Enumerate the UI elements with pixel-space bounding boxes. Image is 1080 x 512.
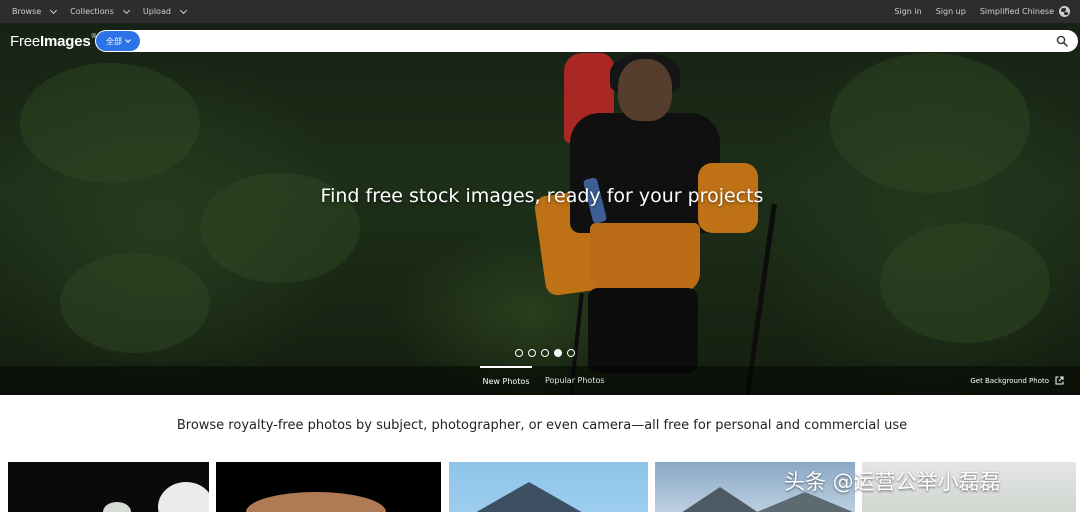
search-category-label: 全部 <box>106 36 122 46</box>
search-bar: 全部 <box>95 30 1078 52</box>
browse-description: Browse royalty-free photos by subject, p… <box>176 418 908 433</box>
carousel-dot[interactable] <box>541 349 549 357</box>
logo-images-text: Images <box>40 32 91 50</box>
account-links: Sign in Sign up Simplified Chinese <box>894 0 1070 23</box>
photo-thumbnail-cat[interactable] <box>216 462 441 512</box>
chevron-down-icon <box>125 36 131 43</box>
chevron-down-icon <box>179 6 187 14</box>
carousel-dot[interactable] <box>567 349 575 357</box>
sign-in-link[interactable]: Sign in <box>894 7 921 16</box>
photo-thumbnail-eggs <box>103 502 131 512</box>
language-label: Simplified Chinese <box>979 7 1054 16</box>
browse-menu[interactable]: Browse <box>12 6 58 16</box>
chevron-down-icon <box>50 6 58 14</box>
photo-thumbnail-eggs[interactable] <box>8 462 209 512</box>
tab-popular-photos[interactable]: Popular Photos <box>545 366 605 395</box>
logo-free-text: Free <box>10 32 41 50</box>
photo-thumbnail-eggs <box>158 482 209 512</box>
upload-menu[interactable]: Upload <box>142 6 187 16</box>
language-selector[interactable]: Simplified Chinese <box>980 6 1070 17</box>
photo-thumbnail-cat <box>246 492 386 512</box>
chevron-down-icon <box>122 6 130 14</box>
carousel-indicators <box>515 349 575 357</box>
carousel-dot[interactable] <box>528 349 536 357</box>
watermark-text: 头条 @运营公举小磊磊 <box>784 470 1001 494</box>
hero-headline: Find free stock images, ready for your p… <box>320 185 764 207</box>
hero-tab-bar <box>0 366 1080 395</box>
collections-label: Collections <box>70 7 114 16</box>
get-background-photo-link[interactable]: Get Background Photo <box>970 366 1064 395</box>
globe-icon <box>1059 6 1070 17</box>
browse-label: Browse <box>12 7 42 16</box>
tab-new-photos[interactable]: New Photos <box>480 366 532 395</box>
carousel-dot-active[interactable] <box>554 349 562 357</box>
top-nav-menu: Browse Collections Upload <box>12 0 200 23</box>
carousel-dot[interactable] <box>515 349 523 357</box>
top-nav-bar: Browse Collections Upload Sign in Sign u… <box>0 0 1080 23</box>
upload-label: Upload <box>142 7 171 16</box>
collections-menu[interactable]: Collections <box>70 6 130 16</box>
hero-banner <box>0 23 1080 395</box>
hero-banner <box>0 23 1080 395</box>
photo-thumbnail-pyramid[interactable] <box>449 462 648 512</box>
sign-up-link[interactable]: Sign up <box>936 7 966 16</box>
search-category-dropdown[interactable]: 全部 <box>96 31 140 51</box>
search-input[interactable] <box>145 32 1045 50</box>
photo-thumbnail-pyramid <box>459 482 599 512</box>
external-link-icon <box>1055 376 1064 385</box>
search-icon[interactable] <box>1056 35 1068 47</box>
freeimages-logo[interactable]: Free Images ® <box>10 31 96 51</box>
get-background-photo-label: Get Background Photo <box>970 376 1049 385</box>
